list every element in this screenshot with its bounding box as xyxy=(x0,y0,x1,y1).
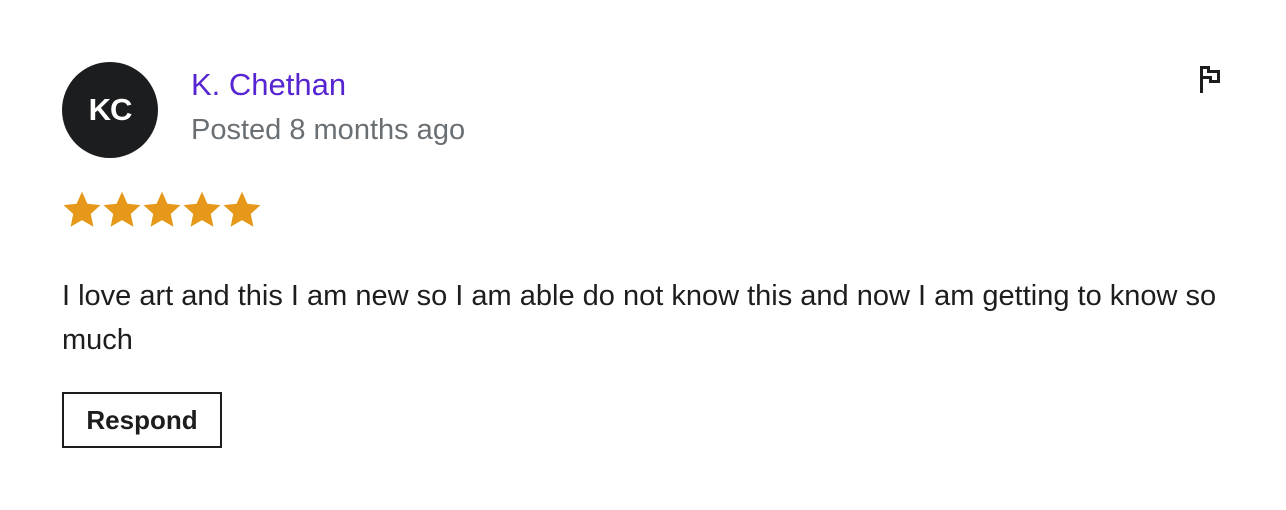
star-icon xyxy=(143,191,181,227)
avatar: KC xyxy=(62,62,158,158)
avatar-initials: KC xyxy=(88,92,133,127)
review-text: I love art and this I am new so I am abl… xyxy=(62,280,1217,356)
star-icon xyxy=(63,191,101,227)
reviewer-name[interactable]: K. Chethan xyxy=(191,66,346,104)
star-icon xyxy=(103,191,141,227)
review-card: KC K. Chethan Posted 8 months ago I love… xyxy=(0,0,1286,510)
posted-time: Posted 8 months ago xyxy=(191,114,466,146)
flag-icon xyxy=(1200,66,1220,93)
star-rating xyxy=(62,190,262,230)
star-icon xyxy=(183,191,221,227)
respond-button[interactable]: Respond xyxy=(62,392,222,448)
report-button[interactable] xyxy=(1192,60,1228,98)
star-icon xyxy=(223,191,261,227)
